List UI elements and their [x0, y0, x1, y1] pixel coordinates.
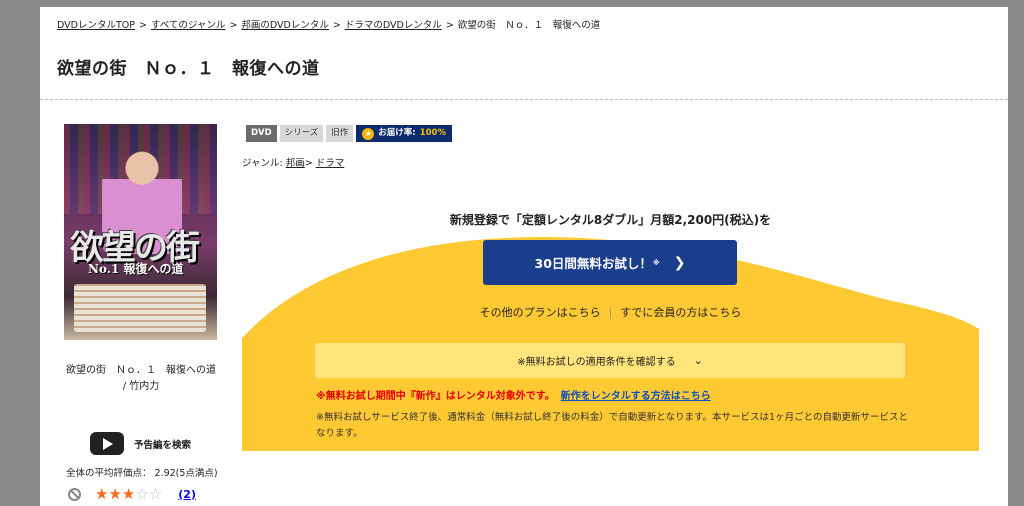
medal-icon: ★	[362, 127, 375, 140]
delivery-rate-label: お届け率:	[378, 128, 416, 138]
member-login-link[interactable]: すでに会員の方はこちら	[620, 306, 741, 319]
other-plans-link[interactable]: その他のプランはこちら	[480, 306, 601, 319]
breadcrumb-item-drama[interactable]: ドラマのDVDレンタル	[345, 20, 442, 31]
trailer-search-label: 予告編を検索	[134, 439, 192, 451]
cover-money-stacks	[74, 284, 206, 332]
delivery-rate-value: 100%	[419, 128, 446, 138]
auto-renew-note: ※無料お試しサービス終了後、通常料金（無料お試し終了後の料金）で自動更新となりま…	[316, 412, 908, 439]
window-edge	[1008, 0, 1024, 506]
cover-subtitle: No.1 報復への道	[88, 262, 184, 276]
free-trial-button[interactable]: 30日間無料お試し！ ※ ❯	[483, 240, 737, 285]
chevron-right-icon: ❯	[673, 254, 686, 271]
review-count-link[interactable]: (2)	[178, 488, 196, 501]
breadcrumb-separator: >	[445, 20, 454, 31]
genre-separator: >	[304, 158, 313, 169]
tag-old-release: 旧作	[326, 125, 354, 142]
no-rating-icon[interactable]	[68, 487, 81, 501]
breadcrumb-separator: >	[229, 20, 238, 31]
star-row: ★★★☆☆	[95, 485, 162, 503]
play-video-icon	[90, 432, 124, 455]
free-trial-mark: ※	[652, 258, 660, 267]
trial-promo-panel: 新規登録で「定額レンタル8ダブル」月額2,200円(税込)を 30日間無料お試し…	[242, 203, 979, 451]
page: DVDレンタルTOP > すべてのジャンル > 邦画のDVDレンタル > ドラマのDVDレン…	[40, 7, 1008, 506]
breadcrumb-separator: >	[138, 20, 147, 31]
tag-dvd: DVD	[246, 125, 277, 142]
chevron-down-icon: ⌄	[693, 354, 703, 367]
link-divider: |	[608, 306, 613, 319]
promo-headline: 新規登録で「定額レンタル8ダブル」月額2,200円(税込)を	[449, 213, 772, 227]
star-empty-icon: ☆	[135, 485, 149, 503]
item-name: 欲望の街 Ｎｏ．１ 報復への道 / 竹内力	[57, 363, 225, 395]
page-title: 欲望の街 Ｎｏ．１ 報復への道	[57, 59, 320, 79]
star-filled-icon: ★	[121, 485, 136, 503]
item-title: 欲望の街 Ｎｏ．１ 報復への道	[66, 365, 216, 376]
star-filled-icon: ★	[108, 485, 122, 503]
delivery-rate-badge: ★ お届け率: 100%	[356, 125, 452, 142]
item-cast: / 竹内力	[122, 381, 160, 392]
star-filled-icon: ★	[95, 485, 109, 503]
tag-series: シリーズ	[279, 125, 324, 142]
breadcrumb-item-japanese-films[interactable]: 邦画のDVDレンタル	[241, 20, 328, 31]
trial-conditions-label: ※無料お試しの適用条件を確認する	[517, 357, 676, 368]
new-release-howto-link[interactable]: 新作をレンタルする方法はこちら	[561, 391, 711, 402]
free-trial-label: 30日間無料お試し！	[534, 256, 652, 271]
genre-link-japanese-film[interactable]: 邦画	[286, 158, 305, 169]
average-rating-text: 全体の平均評価点： 2.92(5点満点)	[66, 468, 218, 479]
promo-links: その他のプランはこちら | すでに会員の方はこちら	[242, 304, 979, 320]
cover-image[interactable]: 欲望の街 No.1 報復への道	[64, 124, 217, 340]
rating-stars: ★★★☆☆ (2)	[68, 485, 196, 503]
tag-row: DVD シリーズ 旧作 ★ お届け率: 100%	[246, 125, 452, 142]
breadcrumb-separator: >	[332, 20, 341, 31]
breadcrumb-item-current: 欲望の街 Ｎｏ．１ 報復への道	[457, 20, 601, 31]
new-release-warning-text: ※無料お試し期間中『新作』はレンタル対象外です。	[316, 391, 555, 402]
breadcrumb: DVDレンタルTOP > すべてのジャンル > 邦画のDVDレンタル > ドラマのDVDレン…	[57, 17, 600, 31]
breadcrumb-item-top[interactable]: DVDレンタルTOP	[57, 20, 135, 31]
star-empty-icon: ☆	[148, 485, 163, 503]
genre-path: ジャンル: 邦画> ドラマ	[242, 155, 344, 169]
trial-conditions-toggle[interactable]: ※無料お試しの適用条件を確認する ⌄	[315, 343, 905, 378]
new-release-warning: ※無料お試し期間中『新作』はレンタル対象外です。 新作をレンタルする方法はこちら	[316, 387, 711, 402]
breadcrumb-item-all-genres[interactable]: すべてのジャンル	[151, 20, 225, 31]
trailer-search-button[interactable]: 予告編を検索	[90, 432, 191, 455]
divider	[40, 99, 1008, 100]
genre-label: ジャンル:	[242, 158, 286, 169]
genre-link-drama[interactable]: ドラマ	[316, 158, 345, 169]
